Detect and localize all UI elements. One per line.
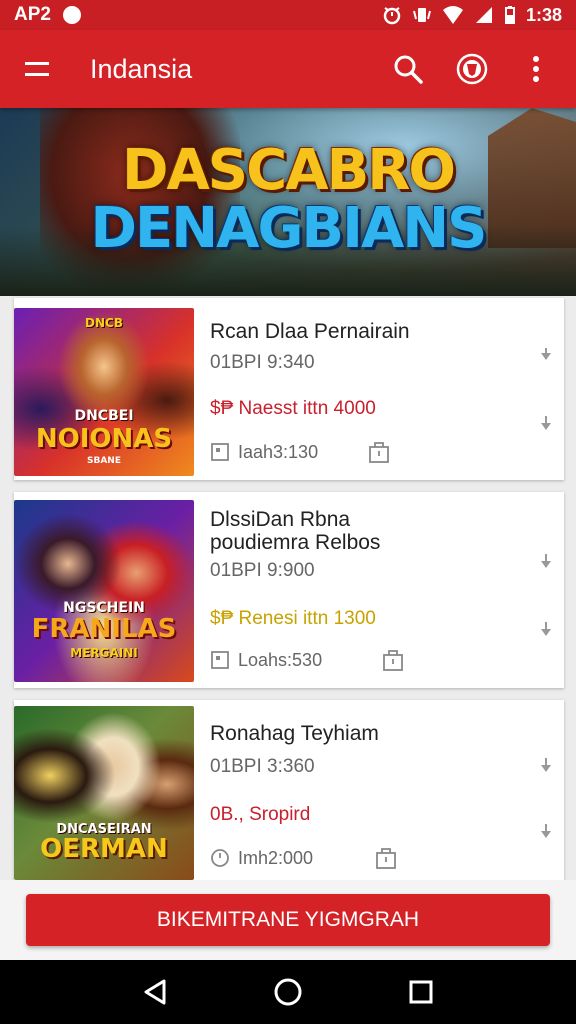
item-foot-text: Iaah3:130 <box>238 441 319 462</box>
battery-icon <box>504 5 516 25</box>
clock-text: 1:38 <box>525 4 562 25</box>
primary-action-button[interactable]: BIKEMITRANE YIGMGRAH <box>26 894 550 946</box>
item-title: Rcan Dlaa Pernairain <box>210 320 410 343</box>
item-thumbnail: DNCASEIRAN OERMAN <box>14 706 194 880</box>
item-title: Ronahag Teyhiam <box>210 722 379 745</box>
item-code: 01BPI 3:360 <box>210 756 315 777</box>
featured-banner[interactable]: DASCABRO DENAGBIANS <box>0 108 576 296</box>
thumb-main-label: FRANILAS <box>31 614 177 644</box>
search-icon <box>394 55 423 84</box>
alarm-icon <box>382 5 402 25</box>
item-thumbnail: DNCB DNCBEI NOIONAS SBANE <box>14 308 194 476</box>
expand-arrow-icon[interactable] <box>540 416 552 435</box>
item-code: 01BPI 9:900 <box>210 560 315 581</box>
bag-icon[interactable] <box>375 846 397 870</box>
menu-button[interactable] <box>0 30 74 108</box>
list-item[interactable]: DNCASEIRAN OERMAN Ronahag Teyhiam 01BPI … <box>14 700 564 880</box>
expand-arrow-icon[interactable] <box>540 554 552 573</box>
back-triangle-icon[interactable] <box>142 978 168 1006</box>
thumb-main-label: NOIONAS <box>35 424 173 454</box>
bag-icon[interactable] <box>382 648 404 672</box>
list-item[interactable]: NGSCHEIN FRANILAS MERGAINI DlssiDan Rbna… <box>14 492 564 688</box>
thumb-sub-label: MERGAINI <box>70 646 138 660</box>
hamburger-icon <box>25 62 49 76</box>
list-item[interactable]: DNCB DNCBEI NOIONAS SBANE Rcan Dlaa Pern… <box>14 298 564 480</box>
recents-square-icon[interactable] <box>408 979 434 1005</box>
expand-arrow-icon[interactable] <box>540 622 552 641</box>
app-title: Indansia <box>90 53 193 84</box>
wifi-icon <box>442 5 464 25</box>
expand-arrow-icon[interactable] <box>540 758 552 777</box>
profile-button[interactable] <box>450 47 494 91</box>
app-bar: Indansia <box>0 30 576 108</box>
banner-title: DASCABRO DENAGBIANS <box>0 142 576 258</box>
home-circle-icon[interactable] <box>273 977 303 1007</box>
expand-arrow-icon[interactable] <box>540 348 552 365</box>
banner-title-line1: DASCABRO <box>121 138 456 203</box>
search-button[interactable] <box>386 47 430 91</box>
system-nav-bar <box>0 960 576 1024</box>
notification-dot-icon <box>62 6 81 24</box>
status-bar: AP2 1:38 <box>0 0 576 30</box>
thumb-sub-label: DNCBEI <box>74 408 134 424</box>
more-vert-icon <box>533 56 539 82</box>
item-thumbnail: NGSCHEIN FRANILAS MERGAINI <box>14 500 194 682</box>
more-options-button[interactable] <box>514 47 558 91</box>
item-price: 0B., Sropird <box>210 804 311 825</box>
item-price: $₱ Naesst ittn 4000 <box>210 398 376 419</box>
expand-arrow-icon[interactable] <box>540 824 552 843</box>
bag-icon[interactable] <box>368 440 390 464</box>
signal-icon <box>474 5 494 25</box>
item-title: DlssiDan Rbna poudiemra Relbos <box>210 508 381 554</box>
item-price: $₱ Renesi ittn 1300 <box>210 608 376 629</box>
banner-title-line2: DENAGBIANS <box>90 196 488 261</box>
calendar-icon <box>211 651 229 669</box>
shield-icon <box>456 53 488 85</box>
item-code: 01BPI 9:340 <box>210 352 315 373</box>
bottom-action-area: BIKEMITRANE YIGMGRAH <box>0 880 576 960</box>
calendar-icon <box>211 443 229 461</box>
item-foot-text: Imh2:000 <box>238 847 314 868</box>
thumb-bottom-label: SBANE <box>87 456 121 466</box>
thumb-main-label: OERMAN <box>40 834 168 864</box>
carrier-label: AP2 <box>14 4 51 25</box>
clock-icon <box>211 849 229 867</box>
vibrate-icon <box>412 5 432 25</box>
item-foot-text: Loahs:530 <box>238 649 323 670</box>
thumb-top-label: DNCB <box>85 316 123 330</box>
